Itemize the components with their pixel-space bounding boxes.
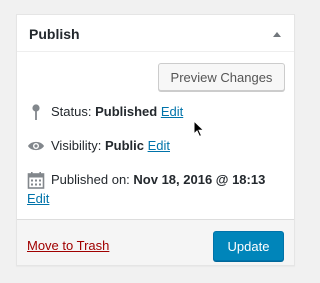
edit-published-on-link[interactable]: Edit [27, 191, 49, 206]
publish-box: Publish Preview Changes Status: Publishe… [16, 14, 295, 266]
update-button[interactable]: Update [213, 231, 284, 261]
status-row: Status: Published Edit [27, 102, 183, 122]
visibility-row: Visibility: Public Edit [27, 136, 170, 156]
published-on-value: Nov 18, 2016 @ 18:13 [133, 172, 266, 187]
move-to-trash-link[interactable]: Move to Trash [27, 238, 109, 253]
pin-icon [32, 103, 40, 120]
visibility-value: Public [104, 138, 144, 153]
collapse-toggle-icon[interactable] [273, 32, 281, 37]
edit-visibility-link[interactable]: Edit [148, 138, 170, 153]
publish-box-title: Publish [29, 26, 80, 42]
status-label: Status: [51, 104, 96, 119]
calendar-icon [27, 171, 45, 189]
preview-changes-button[interactable]: Preview Changes [158, 63, 285, 91]
mouse-pointer-icon [193, 120, 205, 138]
published-on-label: Published on: [51, 172, 134, 187]
publish-box-header[interactable]: Publish [17, 15, 294, 52]
status-value: Published [95, 104, 158, 119]
edit-status-link[interactable]: Edit [161, 104, 183, 119]
visibility-label: Visibility: [51, 138, 105, 153]
eye-icon [28, 141, 44, 150]
publish-box-footer: Move to Trash Update [17, 219, 294, 265]
published-on-row: Published on: Nov 18, 2016 @ 18:13 [27, 170, 265, 190]
